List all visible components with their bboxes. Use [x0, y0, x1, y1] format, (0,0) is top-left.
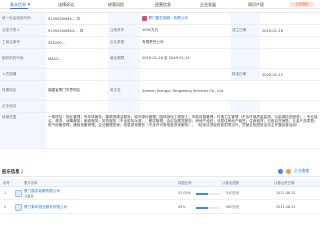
avatar [142, 16, 147, 21]
info-label: 核准日期 [230, 69, 260, 80]
major-shareholder-badge: 大股东 [24, 193, 35, 198]
info-row: 人员规模 核准日期 2020-01-15 [0, 69, 320, 81]
company-logo-icon [15, 190, 22, 197]
info-label: 所属地区 [0, 81, 46, 100]
section-link[interactable]: 企业查查 [294, 168, 309, 174]
info-row: 组织机构代码 MA32... 营业期限 2019-01-16 至 2049-01… [0, 49, 320, 69]
info-row: 所属地区 福建省厦门市思明区 英文名 Xiamen Xiangyu Tongsh… [0, 81, 320, 101]
info-label: 统一社会信用代码 [0, 13, 46, 24]
company-info-table: 统一社会信用代码 91350200MA... 厦门建发城服...有限公司 法定代… [0, 12, 320, 149]
info-label [108, 13, 140, 24]
info-value: 2019-01-16 至 2049-01-15 [142, 56, 190, 60]
chevron-down-icon [27, 2, 30, 6]
section-title: 股东信息2 [2, 169, 24, 175]
share-ratio-fill [196, 192, 209, 195]
info-value: Xiamen Xiangyu Tongsheng Services Co., L… [142, 88, 225, 93]
company-logo-icon [15, 204, 22, 211]
info-label: 营业期限 [108, 49, 140, 68]
business-scope-text: 一般项目：物业管理；停车场服务；建筑物清洁服务；城市绿化管理；园林绿化工程施工；… [48, 114, 318, 128]
export-icon[interactable] [286, 168, 291, 174]
subscribed-date: 2021-08-31 [276, 191, 296, 195]
info-icon[interactable] [278, 168, 283, 174]
column-header: 认缴出资额 [222, 181, 239, 185]
copy-icon[interactable] [79, 29, 83, 32]
info-label [108, 101, 140, 112]
info-label: 工商注册号 [0, 37, 46, 48]
info-value [260, 37, 320, 48]
info-value: 2020-01-15 [262, 72, 283, 77]
info-value [140, 101, 230, 112]
shareholder-name[interactable]: 厦门象屿物业服务有限公司 [24, 205, 67, 210]
column-header: 序号 [3, 181, 10, 185]
info-row: 经营范围 一般项目：物业管理；停车场服务；建筑物清洁服务；城市绿化管理；园林绿化… [0, 113, 320, 149]
info-label [230, 49, 260, 68]
info-value: 有限责任公司 [142, 40, 164, 44]
info-label: 注册资本 [108, 25, 140, 36]
table-row[interactable]: 2 厦门象屿物业服务有限公司 49% 490万元 2021-08-31 [0, 201, 320, 214]
info-value [140, 69, 230, 80]
table-header: 序号 股东名称 持股比例 认缴出资额 认缴出资日期 [0, 179, 320, 187]
column-header: 认缴出资日期 [274, 181, 295, 185]
info-row: 法定代表人 91350200MA3... 注册资本 1000万元 成立日期 20… [0, 25, 320, 37]
info-value: 福建省厦门市思明区 [48, 88, 81, 92]
share-ratio: 49% [178, 205, 186, 209]
column-header: 股东名称 [24, 181, 38, 185]
shareholder-section-header: 股东信息2 企业查查 [0, 166, 320, 177]
info-value: 91350200MA3... [46, 25, 108, 36]
info-value [260, 49, 320, 68]
section-actions: 企业查查 [278, 168, 309, 174]
tab-legal[interactable]: 法律诉讼 [58, 2, 74, 9]
info-value: 2019-01-16 [262, 28, 283, 33]
info-value: MA32... [48, 56, 62, 61]
info-row: 统一社会信用代码 91350200MA... 厦门建发城服...有限公司 [0, 13, 320, 25]
tab-ip[interactable]: 知识产权 [248, 2, 264, 9]
info-label [108, 69, 140, 80]
share-ratio: 51.00% [178, 191, 191, 195]
subscribed-amount: 510万元 [226, 191, 240, 195]
share-ratio-bar [196, 192, 220, 195]
info-value [260, 13, 320, 24]
info-value [46, 69, 108, 80]
info-label [230, 37, 260, 48]
info-label: 企业类型 [108, 37, 140, 48]
subscribed-date: 2021-08-31 [276, 205, 296, 209]
info-row: 企业地址 [0, 101, 320, 113]
row-index: 1 [4, 191, 7, 195]
section-count: 2 [20, 169, 24, 175]
info-label: 法定代表人 [0, 25, 46, 36]
info-label: 经营范围 [0, 113, 46, 148]
tab-operation[interactable]: 经营信息 [155, 2, 171, 9]
info-label: 人员规模 [0, 69, 46, 80]
column-header: 持股比例 [178, 181, 192, 185]
info-label: 组织机构代码 [0, 49, 46, 68]
table-row[interactable]: 1 厦门建发城服有限公司 大股东 51.00% 510万元 2021-08-31 [0, 187, 320, 200]
info-value: 350200... [48, 40, 66, 45]
active-tab-indicator [10, 7, 28, 9]
report-badge[interactable]: 企业报告 [290, 2, 314, 7]
subscribed-amount: 490万元 [226, 205, 240, 209]
info-row: 工商注册号 350200... 企业类型 有限责任公司 [0, 37, 320, 49]
info-value: 91350200MA... [46, 13, 108, 24]
share-ratio-fill [196, 206, 208, 209]
info-label: 英文名 [108, 81, 140, 100]
info-label: 成立日期 [230, 25, 260, 36]
copy-icon[interactable] [77, 17, 81, 20]
share-ratio-bar [196, 206, 220, 209]
info-value [46, 101, 108, 112]
tab-development[interactable]: 企业发展 [200, 2, 216, 9]
info-label [230, 13, 260, 24]
info-value: 厦门建发城服...有限公司 [140, 13, 230, 24]
row-index: 2 [4, 205, 7, 209]
tab-risk[interactable]: 经营风险 [108, 2, 124, 9]
info-label: 企业地址 [0, 101, 46, 112]
info-value: 1000万元 [142, 28, 159, 32]
info-label [230, 101, 260, 112]
info-value [260, 101, 320, 112]
tab-bar: 基本信息 法律诉讼 经营风险 经营信息 企业发展 知识产权 企业报告 [0, 0, 320, 9]
